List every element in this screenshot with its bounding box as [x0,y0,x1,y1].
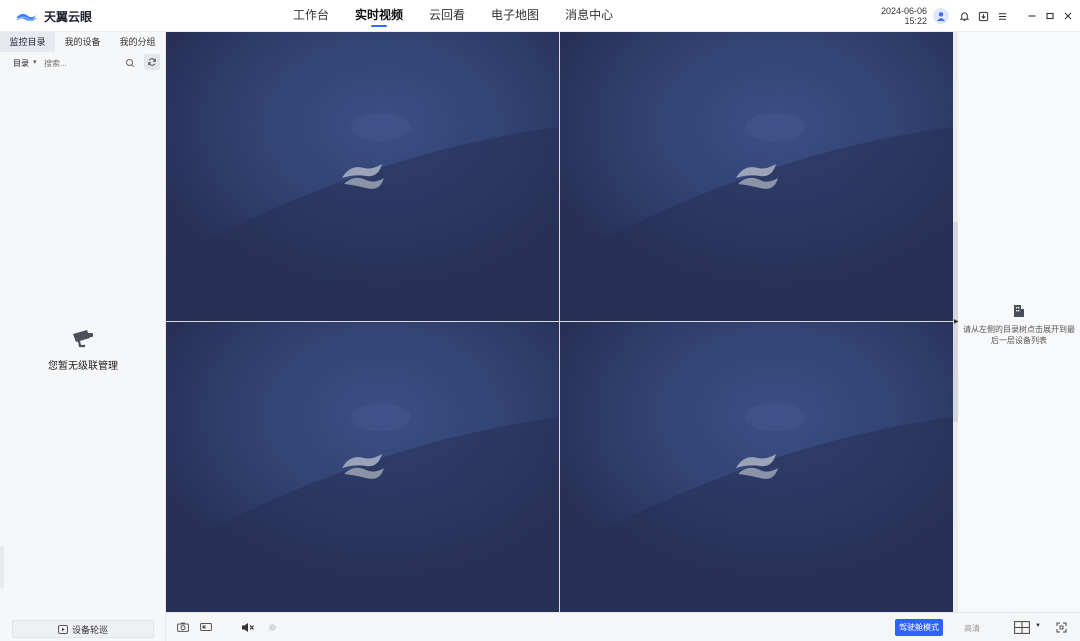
right-panel-hint: 请从左侧的目录树点击展开到最后一层设备列表 [962,304,1076,346]
time-text: 15:22 [904,16,927,26]
fullscreen-icon[interactable] [1056,622,1067,633]
patrol-icon [58,624,68,634]
watermark-logo-icon [341,163,384,189]
record-icon[interactable] [199,621,213,633]
video-cell-3[interactable] [166,322,559,612]
caret-down-icon[interactable]: ▾ [33,58,37,66]
video-cell-1[interactable] [166,32,559,321]
left-edge-handle[interactable] [0,546,4,588]
refresh-icon [148,58,156,66]
refresh-button[interactable] [144,54,160,70]
tab-my-devices[interactable]: 我的设备 [55,32,110,52]
sidebar-tabs: 监控目录 我的设备 我的分组 [0,32,165,52]
main-nav: 工作台 实时视频 云回看 电子地图 消息中心 [280,0,626,32]
nav-e-map[interactable]: 电子地图 [478,0,552,32]
layout-caret-icon[interactable]: ▼ [1035,623,1041,629]
bottom-toolbar: 驾驶舱模式 高清 ▼ [166,612,1080,641]
top-bar: 天翼云眼 工作台 实时视频 云回看 电子地图 消息中心 2024-06-06 1… [0,0,1080,32]
directory-select[interactable]: 目录 [13,58,29,69]
close-icon[interactable] [1061,9,1075,23]
download-icon[interactable] [976,9,990,23]
tab-my-groups[interactable]: 我的分组 [110,32,165,52]
avatar[interactable] [933,8,949,24]
nav-workbench[interactable]: 工作台 [280,0,342,32]
bell-icon[interactable] [957,9,971,23]
device-patrol-label: 设备轮巡 [71,624,108,635]
logo-icon [16,13,37,21]
watermark-logo-icon [341,454,384,479]
quality-select[interactable]: 高清 [964,623,980,634]
date-text: 2024-06-06 [880,6,927,16]
snapshot-icon[interactable] [176,621,190,633]
video-cell-4[interactable] [560,322,953,612]
app-logo: 天翼云眼 [14,8,92,25]
minimize-icon[interactable] [1025,9,1039,23]
sidebar: 监控目录 我的设备 我的分组 目录 ▾ 您暂无级联管理 设备轮巡 [0,32,166,641]
empty-state: 您暂无级联管理 [0,328,166,372]
building-icon [1014,305,1024,317]
camera-empty-icon [73,330,93,348]
mute-icon[interactable] [241,621,255,633]
watermark-logo-icon [735,454,778,479]
app-name: 天翼云眼 [44,10,93,24]
tab-monitor-directory[interactable]: 监控目录 [0,32,55,52]
nav-cloud-playback[interactable]: 云回看 [416,0,478,32]
video-grid [166,32,953,612]
grid-layout-icon[interactable] [1014,621,1030,634]
watermark-logo-icon [735,163,778,189]
volume-dot-icon[interactable] [265,621,279,633]
nav-live-video[interactable]: 实时视频 [342,0,416,32]
cockpit-mode-button[interactable]: 驾驶舱模式 [895,619,943,636]
directory-bar: 目录 ▾ [0,52,165,74]
user-icon [937,12,945,21]
maximize-icon[interactable] [1043,9,1057,23]
nav-message-center[interactable]: 消息中心 [552,0,626,32]
right-panel-hint-text: 请从左侧的目录树点击展开到最后一层设备列表 [963,325,1075,345]
search-icon[interactable] [125,58,135,68]
empty-state-text: 您暂无级联管理 [48,361,118,372]
video-cell-2[interactable] [560,32,953,321]
device-patrol-button[interactable]: 设备轮巡 [12,620,154,638]
datetime: 2024-06-06 15:22 [870,6,927,26]
menu-icon[interactable] [995,9,1009,23]
